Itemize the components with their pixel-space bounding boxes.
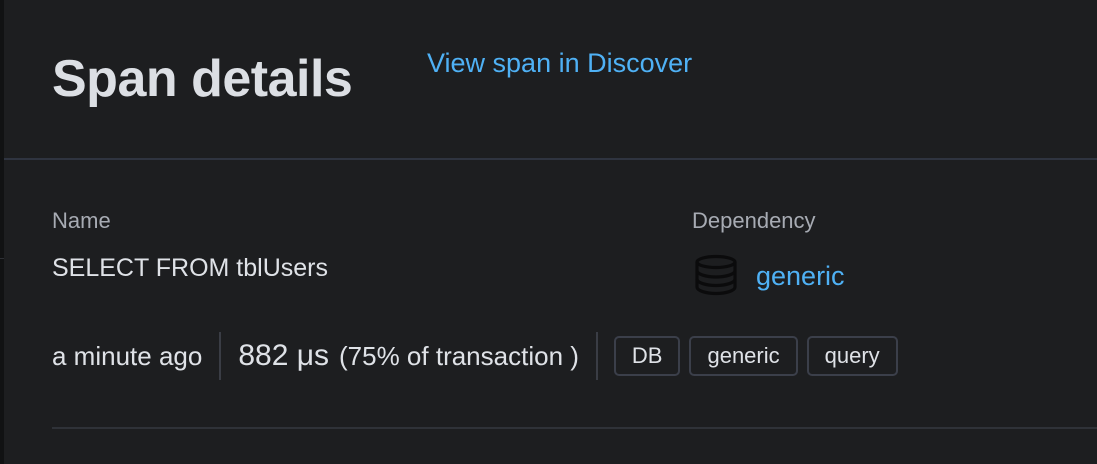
timestamp: a minute ago: [52, 341, 203, 371]
header-divider: [4, 158, 1097, 160]
span-name-value: SELECT FROM tblUsers: [52, 254, 328, 282]
badge-generic: generic: [689, 336, 798, 376]
dependency-link[interactable]: generic: [756, 258, 845, 294]
badge-db: DB: [613, 336, 681, 376]
dependency-label: Dependency: [692, 208, 816, 233]
duration: 882 μs (75% of transaction ): [221, 338, 596, 374]
badge-query: query: [806, 336, 898, 376]
view-span-in-discover-link[interactable]: View span in Discover: [427, 45, 692, 81]
name-label: Name: [52, 208, 111, 233]
span-details-flyout: Span details View span in Discover Name …: [4, 0, 1097, 464]
database-icon: [695, 254, 737, 296]
flyout-header: Span details View span in Discover: [4, 0, 1097, 158]
transaction-percentage: (75% of transaction ): [339, 341, 579, 371]
page-title: Span details: [52, 50, 353, 108]
section-divider: [52, 427, 1097, 429]
duration-value: 882 μs: [238, 339, 330, 372]
span-badges: DB generic query: [598, 336, 898, 376]
span-meta-row: a minute ago 882 μs (75% of transaction …: [52, 330, 898, 382]
